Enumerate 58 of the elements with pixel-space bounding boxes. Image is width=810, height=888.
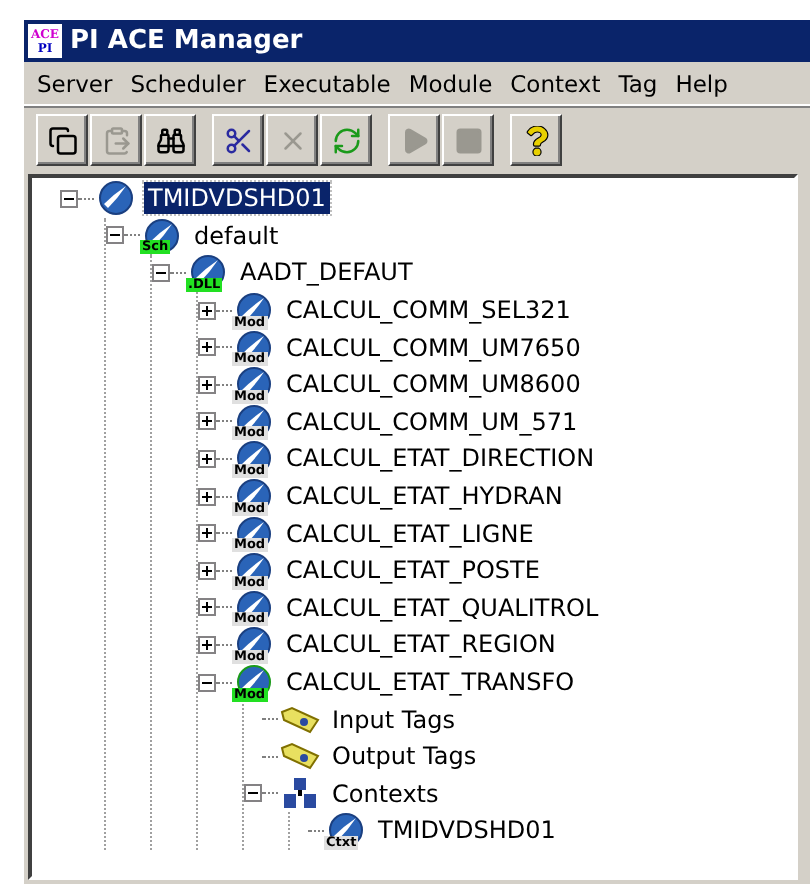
collapse-toggle[interactable] <box>60 189 78 208</box>
window-title: PI ACE Manager <box>70 26 303 56</box>
refresh-icon <box>331 125 361 155</box>
expand-toggle[interactable] <box>198 412 216 431</box>
tree-item[interactable]: CALCUL_ETAT_TRANSFO <box>282 666 579 699</box>
expand-toggle[interactable] <box>198 635 216 654</box>
tree-item[interactable]: CALCUL_COMM_UM7650 <box>282 331 585 364</box>
expand-toggle[interactable] <box>198 375 216 394</box>
collapse-toggle[interactable] <box>106 226 124 245</box>
collapse-toggle[interactable] <box>244 784 262 803</box>
menu-item[interactable]: Tag <box>609 69 667 97</box>
scissors-icon <box>223 125 253 155</box>
help-icon <box>521 125 551 155</box>
expand-toggle[interactable] <box>198 487 216 506</box>
tree-item[interactable]: CALCUL_ETAT_HYDRAN <box>282 480 567 513</box>
expand-toggle[interactable] <box>198 449 216 468</box>
toolbar-button[interactable] <box>510 114 562 166</box>
tree-item[interactable]: Output Tags <box>328 740 481 773</box>
tree-item[interactable]: Input Tags <box>328 703 459 736</box>
tag-icon <box>280 705 320 734</box>
play-icon <box>399 125 429 155</box>
tree-item[interactable]: TMIDVDSHD01 <box>144 182 330 215</box>
menu-item[interactable]: Context <box>501 69 610 97</box>
menu-item[interactable]: Executable <box>254 69 400 97</box>
copy-icon <box>47 125 77 155</box>
menu-item[interactable]: Scheduler <box>121 69 255 97</box>
tree-item[interactable]: TMIDVDSHD01 <box>374 814 560 847</box>
stop-icon <box>453 125 483 155</box>
menu-item[interactable]: Module <box>399 69 502 97</box>
tree-item[interactable]: CALCUL_ETAT_DIRECTION <box>282 442 599 475</box>
globe-icon <box>98 180 134 217</box>
toolbar-button[interactable] <box>144 114 196 166</box>
paste-icon <box>101 125 131 155</box>
tree-item[interactable]: CALCUL_ETAT_POSTE <box>282 554 544 587</box>
toolbar-button[interactable] <box>320 114 372 166</box>
tree-item[interactable]: default <box>190 219 283 252</box>
expand-toggle[interactable] <box>198 524 216 543</box>
toolbar-button[interactable] <box>212 114 264 166</box>
tree-item[interactable]: CALCUL_ETAT_QUALITROL <box>282 591 603 624</box>
menu-item[interactable]: Server <box>28 69 122 97</box>
binoculars-icon <box>155 125 185 155</box>
contexts-icon <box>282 776 318 811</box>
tree-item[interactable]: CALCUL_COMM_UM_571 <box>282 405 582 438</box>
tree-item[interactable]: CALCUL_COMM_UM8600 <box>282 368 585 401</box>
tree-item[interactable]: CALCUL_ETAT_LIGNE <box>282 517 538 550</box>
tree-item[interactable]: AADT_DEFAUT <box>236 256 417 289</box>
expand-toggle[interactable] <box>198 301 216 320</box>
expand-toggle[interactable] <box>198 338 216 357</box>
expand-toggle[interactable] <box>198 598 216 617</box>
tree-item[interactable]: Contexts <box>328 777 443 810</box>
expand-toggle[interactable] <box>198 561 216 580</box>
tree-item[interactable]: CALCUL_COMM_SEL321 <box>282 294 575 327</box>
collapse-toggle[interactable] <box>198 673 216 692</box>
toolbar-button[interactable] <box>36 114 88 166</box>
menu-item[interactable]: Help <box>666 69 737 97</box>
collapse-toggle[interactable] <box>152 263 170 282</box>
tag-icon <box>280 742 320 771</box>
tree-item[interactable]: CALCUL_ETAT_REGION <box>282 628 560 661</box>
